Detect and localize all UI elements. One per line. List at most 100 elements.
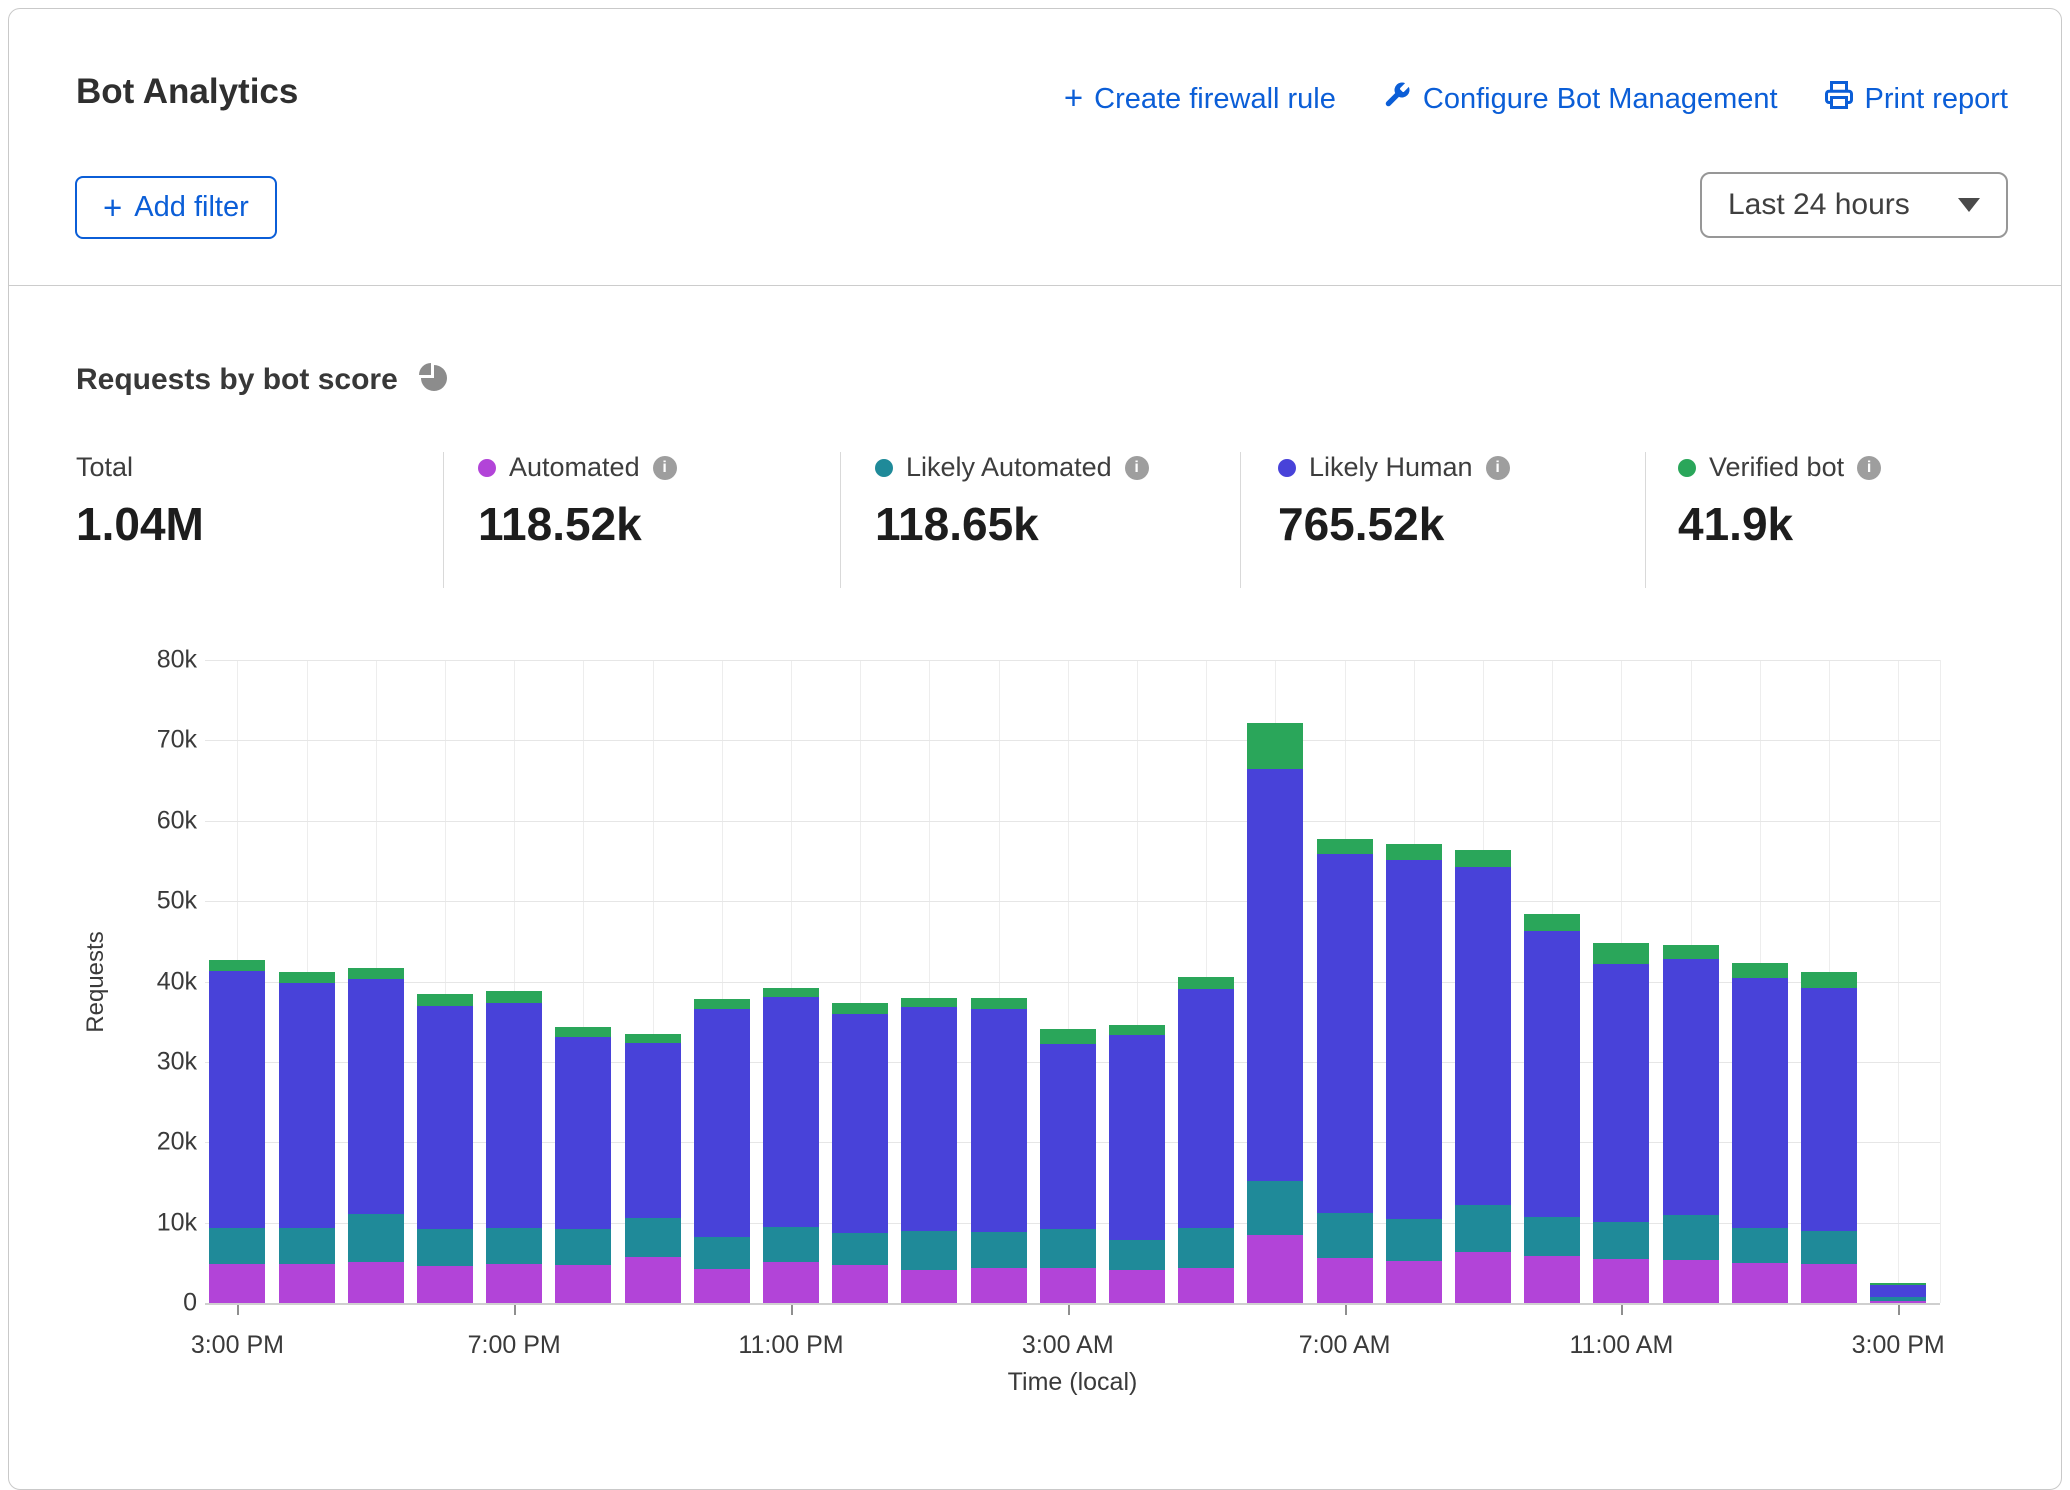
bar-segment-likely-human[interactable] (1040, 1044, 1096, 1229)
bar-segment-verified-bot[interactable] (279, 972, 335, 983)
bar-segment-verified-bot[interactable] (1524, 914, 1580, 931)
bar-segment-likely-human[interactable] (1593, 964, 1649, 1222)
bar-segment-automated[interactable] (901, 1270, 957, 1303)
bar-segment-verified-bot[interactable] (971, 998, 1027, 1008)
bar-segment-automated[interactable] (971, 1268, 1027, 1303)
bar-segment-likely-automated[interactable] (1178, 1228, 1234, 1268)
bar-segment-likely-human[interactable] (1801, 988, 1857, 1232)
bar-segment-likely-human[interactable] (625, 1043, 681, 1218)
bar-segment-automated[interactable] (694, 1269, 750, 1303)
bar-segment-likely-human[interactable] (901, 1007, 957, 1230)
bar-segment-automated[interactable] (832, 1265, 888, 1303)
bar-segment-automated[interactable] (1801, 1264, 1857, 1303)
bar-segment-likely-human[interactable] (1732, 978, 1788, 1228)
bar-segment-automated[interactable] (1524, 1256, 1580, 1303)
bar-segment-verified-bot[interactable] (486, 991, 542, 1003)
bar-segment-verified-bot[interactable] (1593, 943, 1649, 964)
bar-segment-likely-automated[interactable] (832, 1233, 888, 1265)
bar-segment-automated[interactable] (1663, 1260, 1719, 1303)
bar-segment-automated[interactable] (1870, 1301, 1926, 1303)
bar-segment-automated[interactable] (417, 1266, 473, 1303)
bar-segment-likely-automated[interactable] (1801, 1231, 1857, 1263)
bar-segment-automated[interactable] (763, 1262, 819, 1303)
bar-segment-likely-human[interactable] (763, 997, 819, 1228)
bar-segment-likely-automated[interactable] (1386, 1219, 1442, 1261)
bar-segment-automated[interactable] (1593, 1259, 1649, 1303)
bar-segment-verified-bot[interactable] (1317, 839, 1373, 853)
bar-segment-automated[interactable] (486, 1264, 542, 1303)
bar-segment-likely-human[interactable] (1663, 959, 1719, 1215)
bar-segment-likely-automated[interactable] (1040, 1229, 1096, 1268)
bar-segment-likely-automated[interactable] (555, 1229, 611, 1265)
bar-segment-likely-human[interactable] (1317, 854, 1373, 1213)
bar-segment-likely-automated[interactable] (1593, 1222, 1649, 1259)
bar-segment-likely-human[interactable] (417, 1006, 473, 1229)
bar-segment-likely-human[interactable] (348, 979, 404, 1214)
bar-segment-likely-automated[interactable] (901, 1231, 957, 1270)
bar-segment-likely-automated[interactable] (1247, 1181, 1303, 1236)
bar-segment-likely-human[interactable] (971, 1009, 1027, 1232)
bar-segment-likely-automated[interactable] (1109, 1240, 1165, 1270)
bar-segment-automated[interactable] (555, 1265, 611, 1303)
bar-segment-verified-bot[interactable] (417, 994, 473, 1007)
bar-segment-verified-bot[interactable] (1870, 1283, 1926, 1285)
bar-segment-likely-automated[interactable] (971, 1232, 1027, 1268)
bar-segment-automated[interactable] (209, 1264, 265, 1303)
bar-segment-automated[interactable] (1178, 1268, 1234, 1303)
bar-segment-automated[interactable] (1386, 1261, 1442, 1303)
bar-segment-likely-human[interactable] (209, 971, 265, 1228)
bar-segment-likely-automated[interactable] (1317, 1213, 1373, 1258)
bar-segment-likely-human[interactable] (1524, 931, 1580, 1217)
bar-segment-verified-bot[interactable] (1109, 1025, 1165, 1035)
bar-segment-automated[interactable] (1455, 1252, 1511, 1303)
bar-segment-likely-human[interactable] (1109, 1035, 1165, 1240)
bar-segment-likely-human[interactable] (1455, 867, 1511, 1205)
bar-segment-likely-human[interactable] (694, 1009, 750, 1237)
bar-segment-likely-human[interactable] (1870, 1285, 1926, 1298)
bar-segment-automated[interactable] (1040, 1268, 1096, 1303)
bar-segment-likely-automated[interactable] (1455, 1205, 1511, 1252)
bar-segment-automated[interactable] (348, 1262, 404, 1303)
bar-segment-likely-automated[interactable] (1732, 1228, 1788, 1263)
bar-segment-verified-bot[interactable] (1386, 844, 1442, 860)
bar-segment-automated[interactable] (279, 1264, 335, 1303)
bar-segment-verified-bot[interactable] (1040, 1029, 1096, 1044)
bar-segment-likely-human[interactable] (1178, 989, 1234, 1229)
bar-segment-likely-automated[interactable] (1663, 1215, 1719, 1260)
bar-segment-likely-automated[interactable] (625, 1218, 681, 1257)
bar-segment-verified-bot[interactable] (1455, 850, 1511, 868)
bar-segment-likely-human[interactable] (486, 1003, 542, 1228)
bar-segment-automated[interactable] (1317, 1258, 1373, 1303)
bar-segment-automated[interactable] (1247, 1235, 1303, 1303)
bar-segment-likely-human[interactable] (555, 1037, 611, 1229)
bar-segment-likely-human[interactable] (1386, 860, 1442, 1219)
bar-segment-likely-automated[interactable] (279, 1228, 335, 1264)
bar-segment-likely-automated[interactable] (348, 1214, 404, 1262)
bar-segment-automated[interactable] (625, 1257, 681, 1303)
bar-segment-verified-bot[interactable] (625, 1034, 681, 1043)
bar-segment-verified-bot[interactable] (209, 960, 265, 971)
bar-segment-verified-bot[interactable] (1178, 977, 1234, 989)
bar-segment-automated[interactable] (1732, 1263, 1788, 1303)
bar-segment-likely-automated[interactable] (486, 1228, 542, 1264)
bar-segment-verified-bot[interactable] (555, 1027, 611, 1037)
bar-segment-verified-bot[interactable] (1247, 723, 1303, 770)
bar-segment-verified-bot[interactable] (348, 968, 404, 979)
bar-segment-likely-automated[interactable] (694, 1237, 750, 1269)
bar-segment-verified-bot[interactable] (694, 999, 750, 1009)
bar-segment-verified-bot[interactable] (1801, 972, 1857, 988)
bar-segment-likely-automated[interactable] (417, 1229, 473, 1266)
bar-segment-verified-bot[interactable] (1663, 945, 1719, 959)
bar-segment-likely-automated[interactable] (1524, 1217, 1580, 1256)
bar-segment-verified-bot[interactable] (901, 998, 957, 1008)
bar-segment-verified-bot[interactable] (1732, 963, 1788, 978)
bar-segment-likely-automated[interactable] (1870, 1297, 1926, 1300)
bar-segment-verified-bot[interactable] (832, 1003, 888, 1013)
bar-segment-likely-human[interactable] (1247, 769, 1303, 1181)
bar-segment-likely-human[interactable] (279, 983, 335, 1228)
bar-segment-automated[interactable] (1109, 1270, 1165, 1303)
bar-segment-verified-bot[interactable] (763, 988, 819, 997)
bar-segment-likely-automated[interactable] (209, 1228, 265, 1264)
bar-segment-likely-automated[interactable] (763, 1227, 819, 1262)
bar-segment-likely-human[interactable] (832, 1014, 888, 1233)
